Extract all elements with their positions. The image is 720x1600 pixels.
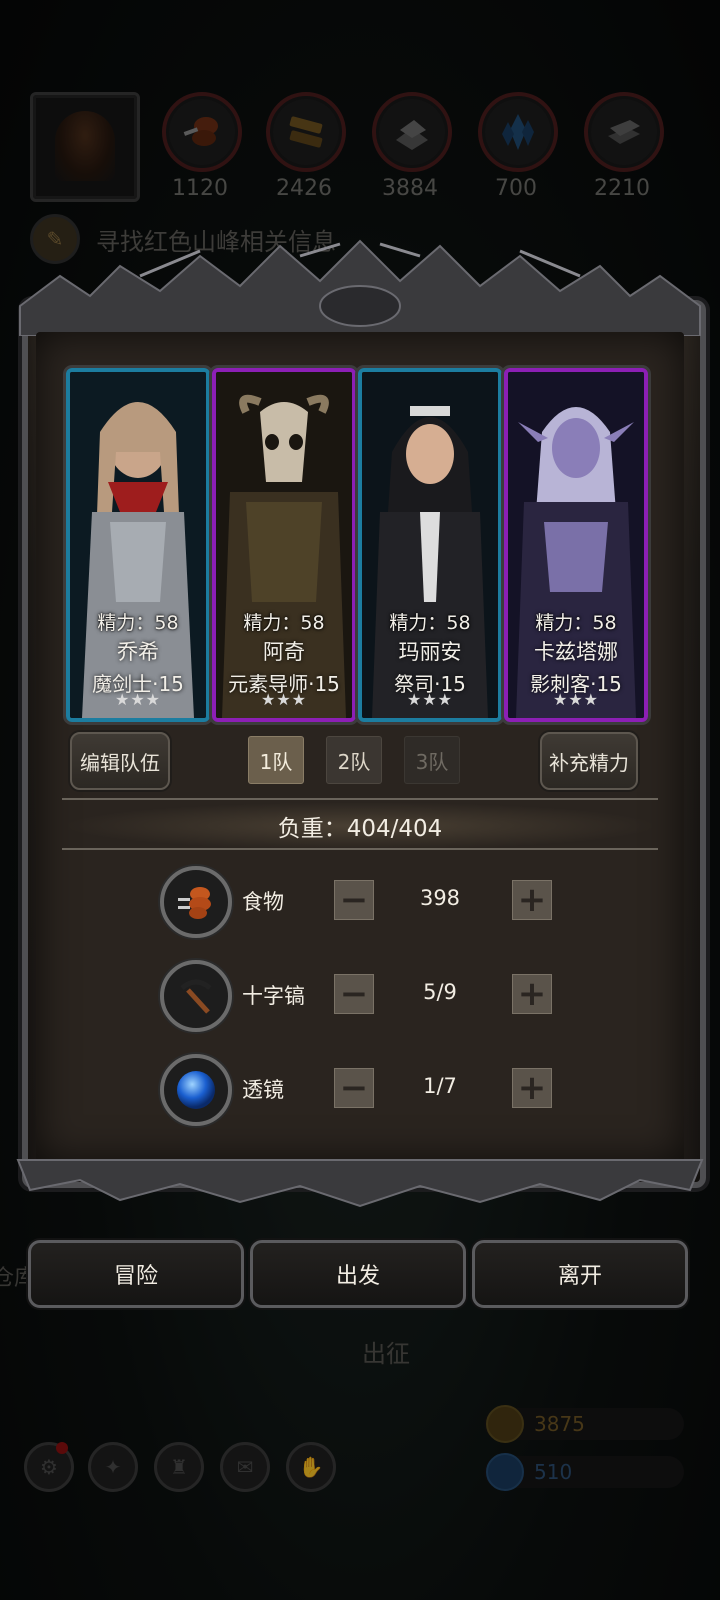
supply-name: 十字镐 [242, 984, 305, 1008]
hero-portrait-skull-shaman [216, 372, 352, 718]
hero-stamina: 精力：58 [389, 612, 471, 634]
hero-portrait-priestess [362, 372, 498, 718]
supply-row-pickaxe: 十字镐 − 5/9 + [160, 960, 580, 1032]
supply-value: 1/7 [423, 1074, 457, 1098]
decrease-button[interactable]: − [334, 1068, 374, 1108]
hero-name: 卡兹塔娜 [534, 640, 618, 664]
supply-value: 5/9 [423, 980, 457, 1004]
increase-button[interactable]: + [512, 1068, 552, 1108]
increase-button[interactable]: + [512, 880, 552, 920]
hero-stamina: 精力：58 [535, 612, 617, 634]
load-capacity: 负重：404/404 [62, 802, 658, 850]
divider [62, 848, 658, 850]
hero-stamina: 精力：58 [97, 612, 179, 634]
refill-stamina-button[interactable]: 补充精力 [540, 732, 638, 790]
decrease-button[interactable]: − [334, 880, 374, 920]
supply-name: 食物 [242, 890, 284, 914]
hero-card-4[interactable]: 精力：58 卡兹塔娜 影刺客·15 ★★★ [504, 368, 648, 722]
tab-team-2[interactable]: 2队 [326, 736, 382, 784]
adventure-button[interactable]: 冒险 [28, 1240, 244, 1308]
ornate-frame-bottom [16, 1159, 704, 1208]
hero-stamina: 精力：58 [243, 612, 325, 634]
depart-button[interactable]: 出发 [250, 1240, 466, 1308]
pickaxe-icon [160, 960, 232, 1032]
ornate-frame-top [19, 239, 701, 336]
tab-team-1[interactable]: 1队 [248, 736, 304, 784]
lens-icon [160, 1054, 232, 1126]
hero-name: 乔希 [117, 640, 159, 664]
leave-button[interactable]: 离开 [472, 1240, 688, 1308]
hero-card-3[interactable]: 精力：58 玛丽安 祭司·15 ★★★ [358, 368, 502, 722]
decrease-button[interactable]: − [334, 974, 374, 1014]
hero-stars: ★★★ [552, 690, 600, 709]
hero-card-2[interactable]: 精力：58 阿奇 元素导师·15 ★★★ [212, 368, 356, 722]
hero-card-1[interactable]: 精力：58 乔希 魔剑士·15 ★★★ [66, 368, 210, 722]
edit-team-button[interactable]: 编辑队伍 [70, 732, 170, 790]
hero-stars: ★★★ [114, 690, 162, 709]
tab-team-3[interactable]: 3队 [404, 736, 460, 784]
increase-button[interactable]: + [512, 974, 552, 1014]
meat-icon [160, 866, 232, 938]
supply-value: 398 [419, 886, 461, 910]
supply-row-food: 食物 − 398 + [160, 866, 580, 938]
supply-name: 透镜 [242, 1078, 284, 1102]
hero-portrait-knight [70, 372, 206, 718]
hero-portrait-dark-elf [508, 372, 644, 718]
hero-stars: ★★★ [260, 690, 308, 709]
divider [62, 798, 658, 800]
hero-name: 玛丽安 [398, 640, 462, 664]
hero-name: 阿奇 [263, 640, 305, 664]
supply-row-lens: 透镜 − 1/7 + [160, 1054, 580, 1126]
hero-stars: ★★★ [406, 690, 454, 709]
